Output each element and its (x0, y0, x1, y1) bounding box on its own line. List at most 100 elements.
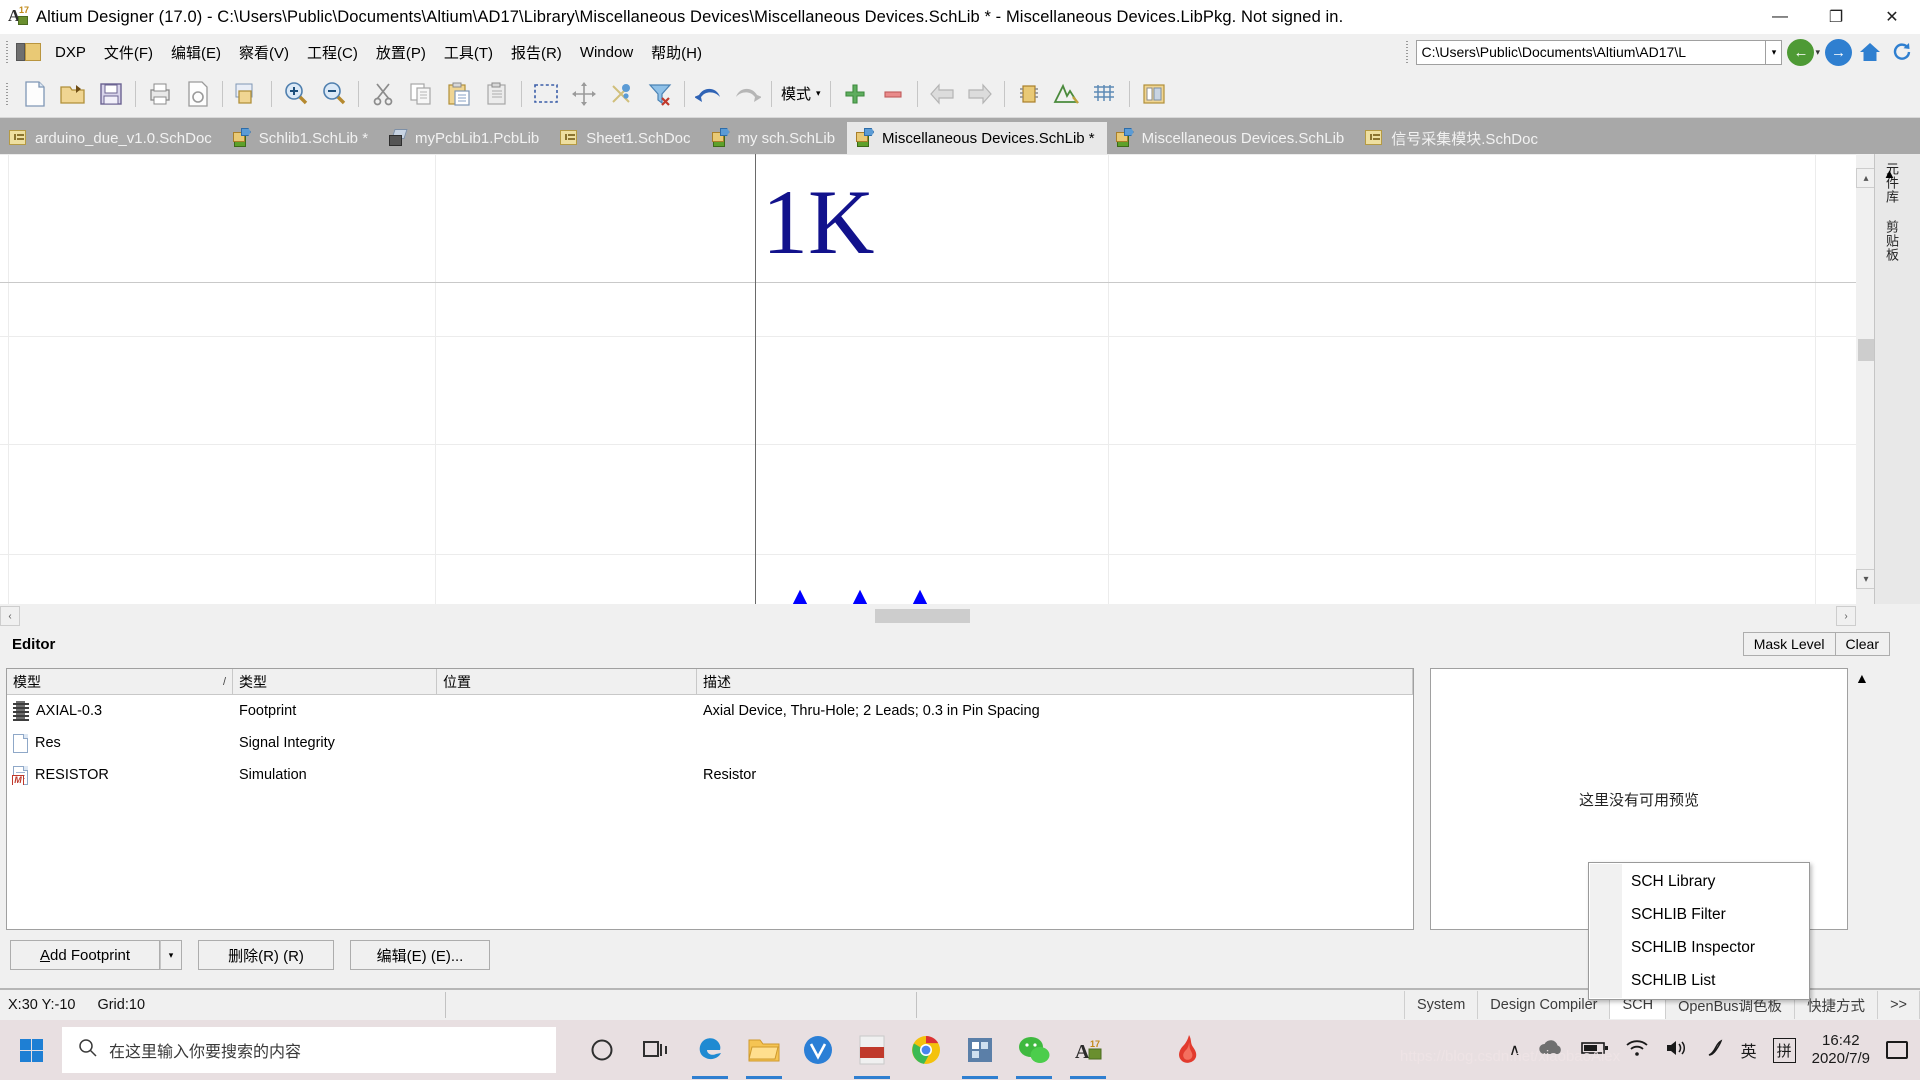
menu-item-tools[interactable]: 工具(T) (435, 37, 502, 68)
file-explorer-icon[interactable] (740, 1021, 788, 1079)
back-arrow-icon[interactable]: ← (1787, 38, 1815, 66)
panel-context-menu[interactable]: SCH Library SCHLIB Filter SCHLIB Inspect… (1588, 862, 1810, 1000)
scroll-up-button[interactable]: ▴ (1856, 168, 1876, 188)
paste-special-icon[interactable] (478, 76, 516, 112)
v-app-icon[interactable] (794, 1021, 842, 1079)
address-grip-handle[interactable] (1404, 41, 1414, 63)
refresh-icon[interactable] (1888, 39, 1916, 66)
menu-item-dxp[interactable]: DXP (46, 39, 95, 66)
table-row[interactable]: Res Signal Integrity (7, 727, 1413, 759)
pdf-app-icon[interactable] (848, 1021, 896, 1079)
table-row[interactable]: AXIAL-0.3 Footprint Axial Device, Thru-H… (7, 695, 1413, 727)
menu-item-project[interactable]: 工程(C) (298, 37, 367, 68)
model-table[interactable]: 模型 / 类型 位置 描述 AXIAL-0.3 Footprint Axial … (6, 668, 1414, 930)
close-button[interactable]: ✕ (1864, 0, 1920, 34)
ime-mode-indicator[interactable]: 拼 (1772, 1037, 1796, 1063)
menu-item-file[interactable]: 文件(F) (95, 37, 162, 68)
add-footprint-dropdown-icon[interactable]: ▾ (160, 940, 182, 970)
app-icon[interactable] (956, 1021, 1004, 1079)
new-document-icon[interactable] (16, 76, 54, 112)
doc-tab-miscellaneous-devices[interactable]: Miscellaneous Devices.SchLib (1107, 122, 1357, 154)
scroll-left-button[interactable]: ‹ (0, 606, 20, 626)
next-part-icon[interactable] (961, 76, 999, 112)
doc-tab-my-sch[interactable]: my sch.SchLib (703, 122, 848, 154)
redo-icon[interactable] (728, 76, 766, 112)
schematic-canvas[interactable]: 1K (0, 154, 1856, 604)
context-menu-item-schlib-filter[interactable]: SCHLIB Filter (1589, 898, 1809, 931)
altium-icon[interactable]: A 17 (1064, 1021, 1112, 1079)
context-menu-item-schlib-inspector[interactable]: SCHLIB Inspector (1589, 931, 1809, 964)
doc-tab-schlib1[interactable]: Schlib1.SchLib * (224, 122, 380, 154)
add-footprint-button[interactable]: Add Footprint (10, 940, 160, 970)
doc-tab-arduino-due[interactable]: arduino_due_v1.0.SchDoc (0, 122, 224, 154)
table-row[interactable]: M RESISTOR Simulation Resistor (7, 759, 1413, 791)
chrome-icon[interactable] (902, 1021, 950, 1079)
address-dropdown-icon[interactable]: ▾ (1766, 39, 1783, 65)
menu-item-window[interactable]: Window (571, 39, 642, 66)
mask-level-button[interactable]: Mask Level (1742, 632, 1836, 656)
move-icon[interactable] (565, 76, 603, 112)
taskbar-search-input[interactable]: 在这里输入你要搜索的内容 (62, 1027, 556, 1073)
back-history-caret-icon[interactable]: ▾ (1815, 47, 1820, 58)
vertical-scroll-thumb[interactable] (1858, 339, 1875, 361)
side-tab-libraries[interactable]: 元件库 (1875, 154, 1901, 212)
cut-icon[interactable] (364, 76, 402, 112)
menu-item-place[interactable]: 放置(P) (367, 37, 435, 68)
menu-grip-handle[interactable] (4, 41, 13, 63)
add-part-icon[interactable] (836, 76, 874, 112)
draw-tool-icon[interactable] (1048, 76, 1086, 112)
task-view-icon[interactable] (632, 1021, 680, 1079)
column-header-model[interactable]: 模型 / (7, 669, 233, 694)
doc-tab-signal-acquisition-module[interactable]: 信号采集模块.SchDoc (1356, 122, 1550, 154)
open-folder-icon[interactable] (54, 76, 92, 112)
volume-icon[interactable] (1665, 1039, 1689, 1062)
forward-arrow-icon[interactable]: → (1825, 38, 1852, 66)
wifi-icon[interactable] (1625, 1039, 1649, 1062)
cortana-circle-icon[interactable] (578, 1021, 626, 1079)
menu-item-reports[interactable]: 报告(R) (502, 37, 571, 68)
paste-icon[interactable] (440, 76, 478, 112)
print-icon[interactable] (141, 76, 179, 112)
edge-icon[interactable] (686, 1021, 734, 1079)
menu-item-view[interactable]: 察看(V) (230, 37, 298, 68)
library-icon[interactable] (1135, 76, 1173, 112)
home-icon[interactable] (1856, 39, 1884, 66)
delete-model-button[interactable]: 删除(R) (R) (198, 940, 334, 970)
zoom-in-icon[interactable] (277, 76, 315, 112)
panel-tabs-more-button[interactable]: >> (1877, 991, 1920, 1019)
notification-icon[interactable] (1886, 1041, 1908, 1059)
tray-chevron-icon[interactable]: ∧ (1509, 1040, 1521, 1060)
zoom-out-icon[interactable] (315, 76, 353, 112)
windows-start-icon[interactable] (0, 1020, 62, 1080)
open-project-icon[interactable] (228, 76, 266, 112)
clear-mask-button[interactable]: Clear (1835, 632, 1890, 656)
taskbar-clock[interactable]: 16:42 2020/7/9 (1812, 1032, 1870, 1068)
horizontal-scroll-thumb[interactable] (875, 609, 970, 623)
menu-item-help[interactable]: 帮助(H) (642, 37, 711, 68)
copy-icon[interactable] (402, 76, 440, 112)
grid-icon[interactable] (1086, 76, 1124, 112)
deselect-icon[interactable] (603, 76, 641, 112)
context-menu-item-sch-library[interactable]: SCH Library (1589, 865, 1809, 898)
component-value-text[interactable]: 1K (762, 176, 874, 268)
doc-tab-miscellaneous-devices-modified[interactable]: Miscellaneous Devices.SchLib * (847, 122, 1107, 154)
column-header-type[interactable]: 类型 (233, 669, 437, 694)
column-header-location[interactable]: 位置 (437, 669, 697, 694)
panel-tab-system[interactable]: System (1403, 991, 1477, 1019)
context-menu-item-schlib-list[interactable]: SCHLIB List (1589, 964, 1809, 997)
canvas-horizontal-scrollbar[interactable]: ‹ › (0, 604, 1856, 628)
horizontal-scroll-track[interactable] (20, 609, 1836, 623)
remove-part-icon[interactable] (874, 76, 912, 112)
mode-selector[interactable]: 模式 ▾ (777, 83, 825, 104)
scroll-right-button[interactable]: › (1836, 606, 1856, 626)
select-area-icon[interactable] (527, 76, 565, 112)
column-header-description[interactable]: 描述 (697, 669, 1413, 694)
preview-collapse-icon[interactable]: ▲ (1855, 670, 1869, 686)
side-panel-collapse-icon[interactable]: ▲ (1883, 166, 1896, 181)
wechat-icon[interactable] (1010, 1021, 1058, 1079)
maximize-button[interactable]: ❐ (1808, 0, 1864, 34)
undo-icon[interactable] (690, 76, 728, 112)
save-icon[interactable] (92, 76, 130, 112)
battery-icon[interactable] (1580, 1040, 1609, 1061)
pen-icon[interactable] (1705, 1038, 1725, 1063)
